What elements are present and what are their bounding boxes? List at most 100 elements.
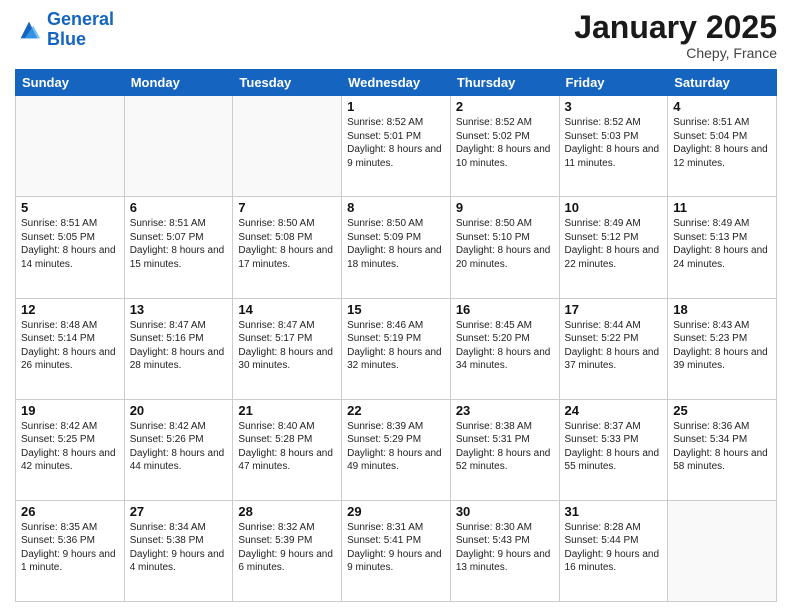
calendar-cell — [668, 500, 777, 601]
day-number: 1 — [347, 99, 445, 114]
calendar-cell: 25 Sunrise: 8:36 AM Sunset: 5:34 PM Dayli… — [668, 399, 777, 500]
header: General Blue January 2025 Chepy, France — [15, 10, 777, 61]
day-info: Sunrise: 8:52 AM Sunset: 5:01 PM Dayligh… — [347, 116, 445, 170]
calendar-cell: 19Sunrise: 8:42 AM Sunset: 5:25 PM Dayli… — [16, 399, 125, 500]
day-info: Sunrise: 8:32 AM Sunset: 5:39 PM Dayligh… — [238, 521, 336, 575]
day-number: 25 — [673, 403, 771, 418]
calendar-cell: 21Sunrise: 8:40 AM Sunset: 5:28 PM Dayli… — [233, 399, 342, 500]
week-row: 26 Sunrise: 8:35 AM Sunset: 5:36 PM Dayli… — [16, 500, 777, 601]
day-number: 23 — [456, 403, 554, 418]
day-info: Sunrise: 8:39 AM Sunset: 5:29 PM Dayligh… — [347, 420, 445, 474]
calendar-cell: 2 Sunrise: 8:52 AM Sunset: 5:02 PM Daylig… — [450, 96, 559, 197]
day-number: 2 — [456, 99, 554, 114]
logo-line1: General — [47, 9, 114, 29]
week-row: 1 Sunrise: 8:52 AM Sunset: 5:01 PM Daylig… — [16, 96, 777, 197]
calendar-cell: 24 Sunrise: 8:37 AM Sunset: 5:33 PM Dayli… — [559, 399, 668, 500]
weekday-header: Saturday — [668, 70, 777, 96]
calendar-cell: 23 Sunrise: 8:38 AM Sunset: 5:31 PM Dayli… — [450, 399, 559, 500]
day-number: 6 — [130, 200, 228, 215]
month-title: January 2025 — [574, 10, 777, 45]
day-number: 31 — [565, 504, 663, 519]
logo-text: General Blue — [47, 10, 114, 50]
day-info: Sunrise: 8:51 AM Sunset: 5:07 PM Dayligh… — [130, 217, 228, 271]
day-info: Sunrise: 8:30 AM Sunset: 5:43 PM Dayligh… — [456, 521, 554, 575]
day-number: 22 — [347, 403, 445, 418]
calendar-cell — [16, 96, 125, 197]
calendar-table: SundayMondayTuesdayWednesdayThursdayFrid… — [15, 69, 777, 602]
calendar-cell: 28Sunrise: 8:32 AM Sunset: 5:39 PM Dayli… — [233, 500, 342, 601]
weekday-header: Wednesday — [342, 70, 451, 96]
day-number: 21 — [238, 403, 336, 418]
logo: General Blue — [15, 10, 114, 50]
day-number: 29 — [347, 504, 445, 519]
calendar-cell — [233, 96, 342, 197]
calendar-cell: 8Sunrise: 8:50 AM Sunset: 5:09 PM Daylig… — [342, 197, 451, 298]
week-row: 5 Sunrise: 8:51 AM Sunset: 5:05 PM Daylig… — [16, 197, 777, 298]
day-number: 3 — [565, 99, 663, 114]
day-number: 9 — [456, 200, 554, 215]
weekday-header: Sunday — [16, 70, 125, 96]
day-info: Sunrise: 8:31 AM Sunset: 5:41 PM Dayligh… — [347, 521, 445, 575]
day-number: 4 — [673, 99, 771, 114]
day-number: 5 — [21, 200, 119, 215]
calendar-cell: 15Sunrise: 8:46 AM Sunset: 5:19 PM Dayli… — [342, 298, 451, 399]
calendar-cell: 10Sunrise: 8:49 AM Sunset: 5:12 PM Dayli… — [559, 197, 668, 298]
day-info: Sunrise: 8:52 AM Sunset: 5:03 PM Dayligh… — [565, 116, 663, 170]
day-info: Sunrise: 8:49 AM Sunset: 5:13 PM Dayligh… — [673, 217, 771, 271]
day-number: 13 — [130, 302, 228, 317]
calendar-cell: 11 Sunrise: 8:49 AM Sunset: 5:13 PM Dayli… — [668, 197, 777, 298]
calendar-cell: 26 Sunrise: 8:35 AM Sunset: 5:36 PM Dayli… — [16, 500, 125, 601]
day-info: Sunrise: 8:52 AM Sunset: 5:02 PM Dayligh… — [456, 116, 554, 170]
day-info: Sunrise: 8:35 AM Sunset: 5:36 PM Dayligh… — [21, 521, 119, 575]
day-info: Sunrise: 8:45 AM Sunset: 5:20 PM Dayligh… — [456, 319, 554, 373]
calendar-cell: 13Sunrise: 8:47 AM Sunset: 5:16 PM Dayli… — [124, 298, 233, 399]
location: Chepy, France — [574, 45, 777, 61]
calendar-cell: 22 Sunrise: 8:39 AM Sunset: 5:29 PM Dayli… — [342, 399, 451, 500]
weekday-header: Tuesday — [233, 70, 342, 96]
day-info: Sunrise: 8:37 AM Sunset: 5:33 PM Dayligh… — [565, 420, 663, 474]
day-info: Sunrise: 8:34 AM Sunset: 5:38 PM Dayligh… — [130, 521, 228, 575]
day-number: 30 — [456, 504, 554, 519]
day-info: Sunrise: 8:43 AM Sunset: 5:23 PM Dayligh… — [673, 319, 771, 373]
weekday-header: Thursday — [450, 70, 559, 96]
day-number: 8 — [347, 200, 445, 215]
day-info: Sunrise: 8:47 AM Sunset: 5:17 PM Dayligh… — [238, 319, 336, 373]
weekday-header-row: SundayMondayTuesdayWednesdayThursdayFrid… — [16, 70, 777, 96]
day-info: Sunrise: 8:48 AM Sunset: 5:14 PM Dayligh… — [21, 319, 119, 373]
calendar-cell: 17Sunrise: 8:44 AM Sunset: 5:22 PM Dayli… — [559, 298, 668, 399]
day-number: 24 — [565, 403, 663, 418]
day-info: Sunrise: 8:42 AM Sunset: 5:25 PM Dayligh… — [21, 420, 119, 474]
day-info: Sunrise: 8:38 AM Sunset: 5:31 PM Dayligh… — [456, 420, 554, 474]
calendar-cell: 5 Sunrise: 8:51 AM Sunset: 5:05 PM Daylig… — [16, 197, 125, 298]
calendar-cell: 20 Sunrise: 8:42 AM Sunset: 5:26 PM Dayli… — [124, 399, 233, 500]
day-info: Sunrise: 8:51 AM Sunset: 5:05 PM Dayligh… — [21, 217, 119, 271]
day-number: 14 — [238, 302, 336, 317]
calendar-cell: 7Sunrise: 8:50 AM Sunset: 5:08 PM Daylig… — [233, 197, 342, 298]
calendar-cell: 4 Sunrise: 8:51 AM Sunset: 5:04 PM Daylig… — [668, 96, 777, 197]
calendar-cell: 29 Sunrise: 8:31 AM Sunset: 5:41 PM Dayli… — [342, 500, 451, 601]
page: General Blue January 2025 Chepy, France … — [0, 0, 792, 612]
day-info: Sunrise: 8:46 AM Sunset: 5:19 PM Dayligh… — [347, 319, 445, 373]
calendar-cell: 12Sunrise: 8:48 AM Sunset: 5:14 PM Dayli… — [16, 298, 125, 399]
day-number: 11 — [673, 200, 771, 215]
calendar-cell: 16 Sunrise: 8:45 AM Sunset: 5:20 PM Dayli… — [450, 298, 559, 399]
logo-icon — [15, 16, 43, 44]
day-info: Sunrise: 8:42 AM Sunset: 5:26 PM Dayligh… — [130, 420, 228, 474]
day-number: 16 — [456, 302, 554, 317]
title-block: January 2025 Chepy, France — [574, 10, 777, 61]
day-number: 20 — [130, 403, 228, 418]
day-number: 27 — [130, 504, 228, 519]
calendar-cell: 9Sunrise: 8:50 AM Sunset: 5:10 PM Daylig… — [450, 197, 559, 298]
week-row: 19Sunrise: 8:42 AM Sunset: 5:25 PM Dayli… — [16, 399, 777, 500]
day-info: Sunrise: 8:36 AM Sunset: 5:34 PM Dayligh… — [673, 420, 771, 474]
calendar-cell: 3 Sunrise: 8:52 AM Sunset: 5:03 PM Daylig… — [559, 96, 668, 197]
day-number: 18 — [673, 302, 771, 317]
calendar-cell: 14 Sunrise: 8:47 AM Sunset: 5:17 PM Dayli… — [233, 298, 342, 399]
weekday-header: Friday — [559, 70, 668, 96]
day-number: 26 — [21, 504, 119, 519]
day-info: Sunrise: 8:51 AM Sunset: 5:04 PM Dayligh… — [673, 116, 771, 170]
calendar-cell: 18 Sunrise: 8:43 AM Sunset: 5:23 PM Dayli… — [668, 298, 777, 399]
calendar-cell: 6 Sunrise: 8:51 AM Sunset: 5:07 PM Daylig… — [124, 197, 233, 298]
week-row: 12Sunrise: 8:48 AM Sunset: 5:14 PM Dayli… — [16, 298, 777, 399]
day-info: Sunrise: 8:28 AM Sunset: 5:44 PM Dayligh… — [565, 521, 663, 575]
